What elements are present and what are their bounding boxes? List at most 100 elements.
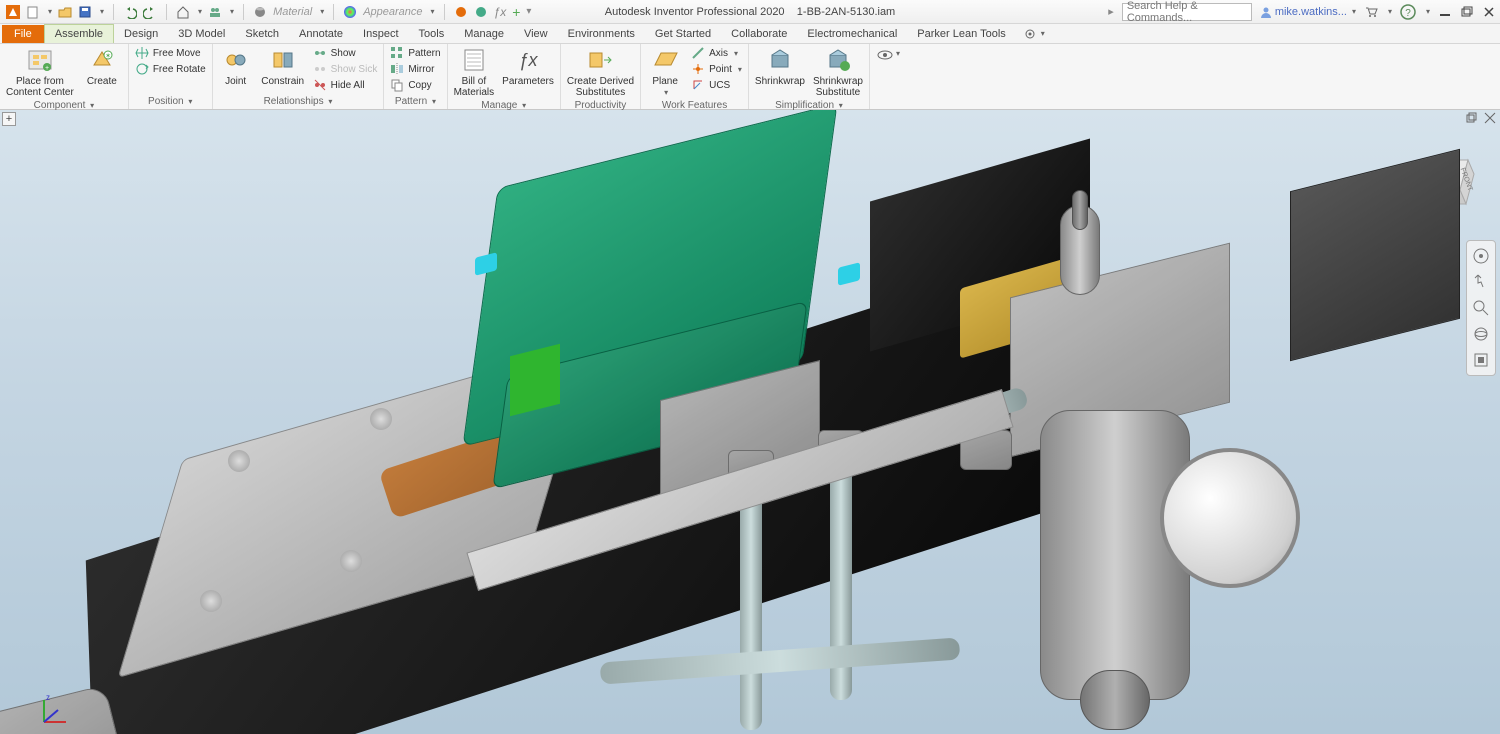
dropdown-icon[interactable]: ▾ (1352, 7, 1356, 16)
search-expand-icon[interactable]: ▸ (1108, 5, 1114, 18)
free-move-button[interactable]: Free Move (135, 46, 206, 60)
tab-electromechanical[interactable]: Electromechanical (797, 25, 907, 43)
quick-access-toolbar: ▾ ▾ ▾ ▾ Material ▾ Appearance ▾ ƒx + ▾ (0, 4, 537, 20)
tab-view[interactable]: View (514, 25, 558, 43)
plane-button[interactable]: Plane▾ (647, 46, 683, 98)
restore-button[interactable] (1460, 5, 1474, 19)
material-label[interactable]: Material (273, 6, 312, 18)
model-geometry: z (0, 110, 1500, 734)
fx-icon[interactable]: ƒx (494, 5, 507, 19)
button-label: Place from Content Center (6, 76, 74, 98)
show-button[interactable]: Show (313, 46, 378, 60)
tab-environments[interactable]: Environments (558, 25, 645, 43)
team-icon[interactable] (208, 5, 222, 19)
tab-file[interactable]: File (2, 25, 44, 43)
appearance-label[interactable]: Appearance (363, 6, 422, 18)
redo-icon[interactable] (143, 5, 157, 19)
button-label: Hide All (331, 80, 365, 91)
button-label: UCS (709, 80, 730, 91)
tab-assemble[interactable]: Assemble (44, 24, 114, 43)
button-label: Free Rotate (153, 64, 206, 75)
plus-icon[interactable]: + (512, 4, 520, 20)
tab-3d-model[interactable]: 3D Model (168, 25, 235, 43)
bill-of-materials-button[interactable]: Bill of Materials (454, 46, 495, 98)
ribbon-tabs: File Assemble Design 3D Model Sketch Ann… (0, 24, 1500, 44)
user-icon (1260, 6, 1272, 18)
button-label: Show (331, 48, 356, 59)
shrinkwrap-substitute-button[interactable]: Shrinkwrap Substitute (813, 46, 863, 98)
close-button[interactable] (1482, 5, 1496, 19)
user-account[interactable]: mike.watkins... ▾ (1260, 6, 1356, 18)
dropdown-icon[interactable]: ▾ (431, 7, 435, 16)
create-button[interactable]: ✶ Create (82, 46, 122, 87)
gear-icon (1024, 28, 1036, 40)
tab-tools[interactable]: Tools (409, 25, 455, 43)
group-pattern: Pattern Mirror Copy Pattern ▾ (384, 44, 447, 109)
button-label: Point (709, 64, 732, 75)
group-component: + Place from Content Center ✶ Create Com… (0, 44, 129, 109)
parameters-button[interactable]: ƒx Parameters (502, 46, 554, 87)
open-icon[interactable] (58, 5, 72, 19)
mirror-button[interactable]: Mirror (390, 62, 440, 76)
tab-design[interactable]: Design (114, 25, 168, 43)
svg-text:+: + (45, 65, 49, 72)
save-icon[interactable] (78, 5, 92, 19)
material-icon[interactable] (253, 5, 267, 19)
button-label: Parameters (502, 76, 554, 87)
appearance-sphere2-icon[interactable] (474, 5, 488, 19)
free-rotate-button[interactable]: Free Rotate (135, 62, 206, 76)
ucs-button[interactable]: UCS (691, 78, 742, 92)
shrinkwrap-button[interactable]: Shrinkwrap (755, 46, 805, 87)
dropdown-icon[interactable]: ▾ (230, 7, 234, 16)
hide-all-button[interactable]: Hide All (313, 78, 378, 92)
group-work-features: Plane▾ Axis ▾ Point ▾ UCS Work Features (641, 44, 749, 109)
viewport-3d[interactable]: + FRONT (0, 110, 1500, 734)
tab-annotate[interactable]: Annotate (289, 25, 353, 43)
svg-text:✶: ✶ (105, 52, 111, 60)
tab-inspect[interactable]: Inspect (353, 25, 408, 43)
title-bar: ▾ ▾ ▾ ▾ Material ▾ Appearance ▾ ƒx + ▾ Aut… (0, 0, 1500, 24)
document-name: 1-BB-2AN-5130.iam (797, 6, 895, 18)
help-icon[interactable]: ? (1400, 4, 1416, 20)
appearance-sphere-icon[interactable] (454, 5, 468, 19)
tab-get-started[interactable]: Get Started (645, 25, 721, 43)
button-label: Shrinkwrap (755, 76, 805, 87)
app-name: Autodesk Inventor Professional 2020 (605, 6, 785, 18)
pattern-button[interactable]: Pattern (390, 46, 440, 60)
search-input[interactable]: Search Help & Commands... (1122, 3, 1252, 21)
new-icon[interactable] (26, 5, 40, 19)
svg-text:z: z (46, 693, 50, 702)
minimize-button[interactable] (1438, 5, 1452, 19)
tab-manage[interactable]: Manage (454, 25, 514, 43)
undo-icon[interactable] (123, 5, 137, 19)
qat-expand-icon[interactable]: ▾ (526, 6, 531, 17)
dropdown-icon[interactable]: ▾ (1388, 7, 1392, 16)
appearance-icon[interactable] (343, 5, 357, 19)
home-icon[interactable] (176, 5, 190, 19)
place-from-content-center-button[interactable]: + Place from Content Center (6, 46, 74, 98)
point-button[interactable]: Point ▾ (691, 62, 742, 76)
group-position: Free Move Free Rotate Position ▾ (129, 44, 213, 109)
tab-collaborate[interactable]: Collaborate (721, 25, 797, 43)
app-icon[interactable] (6, 5, 20, 19)
dropdown-icon[interactable]: ▾ (48, 7, 52, 16)
visibility-toggle[interactable]: ▾ (876, 46, 900, 60)
dropdown-icon[interactable]: ▾ (100, 7, 104, 16)
constrain-button[interactable]: Constrain (261, 46, 305, 87)
group-trailing: ▾ (870, 44, 906, 109)
ribbon-options[interactable]: ▾ (1024, 28, 1045, 40)
button-label: Axis (709, 48, 728, 59)
dropdown-icon[interactable]: ▾ (1426, 7, 1430, 16)
joint-button[interactable]: Joint (219, 46, 253, 87)
copy-button[interactable]: Copy (390, 78, 440, 92)
dropdown-icon[interactable]: ▾ (198, 7, 202, 16)
axis-button[interactable]: Axis ▾ (691, 46, 742, 60)
create-derived-substitutes-button[interactable]: Create Derived Substitutes (567, 46, 634, 98)
tab-parker-lean-tools[interactable]: Parker Lean Tools (907, 25, 1015, 43)
show-sick-button[interactable]: Show Sick (313, 62, 378, 76)
cart-icon[interactable] (1364, 5, 1378, 19)
dropdown-icon[interactable]: ▾ (320, 7, 324, 16)
button-label: Mirror (408, 64, 434, 75)
group-manage: Bill of Materials ƒx Parameters Manage ▾ (448, 44, 561, 109)
tab-sketch[interactable]: Sketch (235, 25, 289, 43)
